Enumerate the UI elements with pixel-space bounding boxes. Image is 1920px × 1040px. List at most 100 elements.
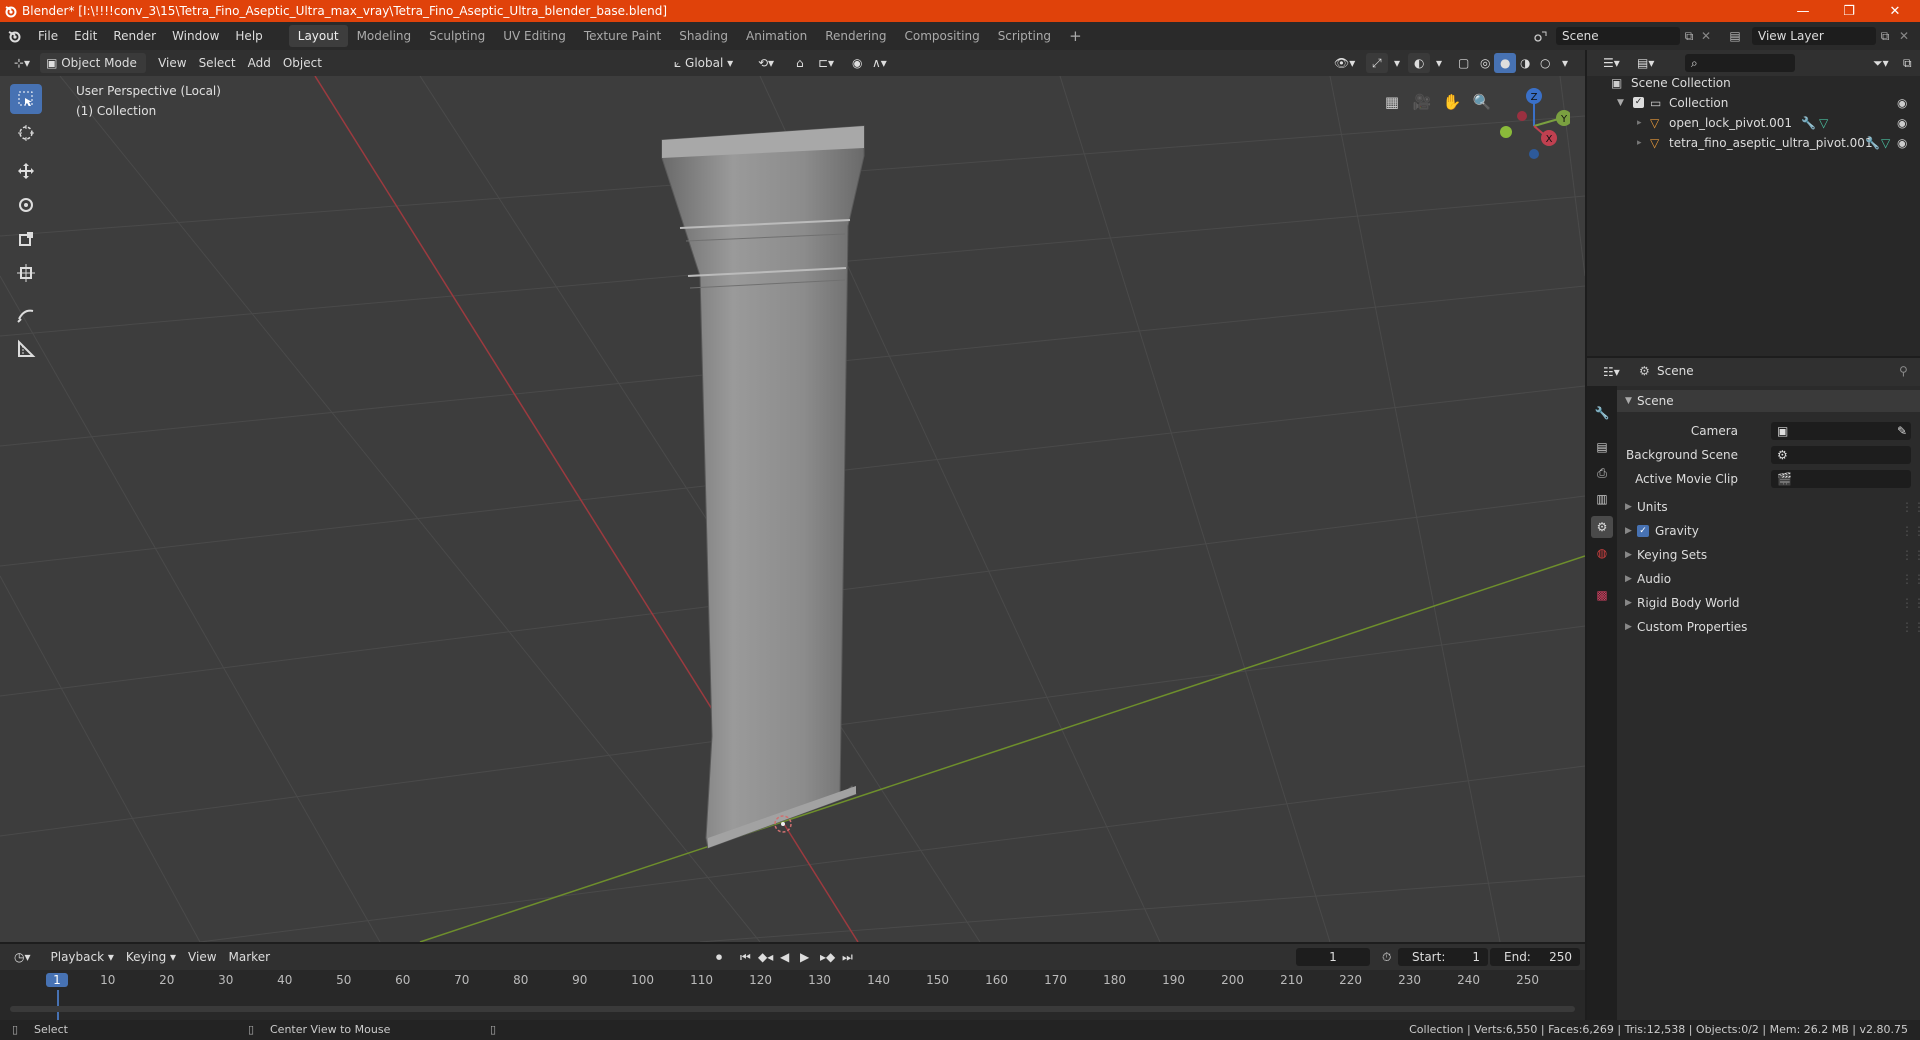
pan-hand-icon[interactable]: ✋	[1440, 90, 1464, 114]
drag-handle-icon[interactable]: ⋮⋮	[1901, 496, 1920, 518]
expand-arrow-icon[interactable]: ▸	[1637, 113, 1642, 133]
camera-field[interactable]: ▣	[1771, 422, 1911, 440]
expand-arrow-icon[interactable]: ▼	[1617, 93, 1624, 113]
menu-edit[interactable]: Edit	[66, 22, 105, 50]
gizmo-dropdown-icon[interactable]: ▾	[1388, 53, 1406, 73]
neg-y-axis-icon[interactable]	[1500, 126, 1512, 138]
drag-handle-icon[interactable]: ⋮⋮	[1901, 568, 1920, 590]
display-mode-icon[interactable]: ▤▾	[1631, 53, 1660, 73]
output-tab-icon[interactable]: ⎙	[1591, 462, 1613, 484]
new-view-layer-icon[interactable]: ⧉	[1876, 27, 1894, 45]
modifier-wrench-icon[interactable]: 🔧	[1801, 113, 1816, 133]
navigation-gizmo[interactable]: Z Y X	[1490, 76, 1570, 166]
units-panel-header[interactable]: ▶ Units ⋮⋮	[1617, 496, 1920, 518]
tab-uv-editing[interactable]: UV Editing	[494, 25, 575, 47]
marker-menu[interactable]: Marker	[223, 947, 276, 967]
expand-arrow-icon[interactable]: ▸	[1637, 133, 1642, 153]
timeline-scrollbar[interactable]	[10, 1006, 1575, 1012]
playhead[interactable]	[57, 990, 59, 1020]
gravity-checkbox[interactable]: ✓	[1637, 525, 1649, 537]
blender-menu-icon[interactable]	[0, 22, 30, 50]
custom-properties-panel-header[interactable]: ▶ Custom Properties ⋮⋮	[1617, 616, 1920, 638]
camera-view-icon[interactable]: 🎥	[1410, 90, 1434, 114]
new-collection-icon[interactable]: ⧉	[1897, 53, 1918, 73]
pin-icon[interactable]: ⚲	[1899, 364, 1908, 378]
play-reverse-icon[interactable]: ◀	[774, 947, 795, 967]
end-frame-field[interactable]: End: 250	[1490, 948, 1580, 966]
outliner-row-object[interactable]: ▸ ▽ tetra_fino_aseptic_ultra_pivot.001 🔧…	[1587, 133, 1920, 153]
tab-modeling[interactable]: Modeling	[348, 25, 421, 47]
menu-object[interactable]: Object	[277, 53, 328, 73]
xray-icon[interactable]: ▢	[1452, 53, 1475, 73]
tool-tab-icon[interactable]: 🔧	[1591, 402, 1613, 424]
select-box-tool[interactable]	[10, 84, 42, 114]
cursor-tool[interactable]	[10, 118, 42, 148]
outliner-row-collection[interactable]: ▼ ✓ ▭ Collection ◉	[1587, 93, 1920, 113]
view-layer-tab-icon[interactable]: ▥	[1591, 488, 1613, 510]
collapse-arrow-icon[interactable]: ▶	[1625, 544, 1632, 566]
menu-add[interactable]: Add	[242, 53, 277, 73]
annotate-tool[interactable]	[10, 300, 42, 330]
timeline-editor-type-icon[interactable]: ◷▾	[8, 947, 37, 967]
mesh-data-icon[interactable]: ▽	[1819, 113, 1828, 133]
collapse-arrow-icon[interactable]: ▶	[1625, 616, 1632, 638]
gizmo-toggle-icon[interactable]: ⤢	[1366, 53, 1388, 73]
outliner-row-scene-collection[interactable]: ▣ Scene Collection	[1587, 73, 1920, 93]
3d-viewport[interactable]: User Perspective (Local) (1) Collection …	[0, 76, 1585, 942]
orientation-dropdown[interactable]: ⟀ Global ▾	[668, 53, 739, 73]
visibility-eye-icon[interactable]: ◉	[1897, 93, 1907, 113]
active-movie-clip-field[interactable]: 🎬	[1771, 470, 1911, 488]
collection-checkbox[interactable]: ✓	[1633, 97, 1644, 108]
play-icon[interactable]: ▶	[794, 947, 815, 967]
collapse-arrow-icon[interactable]: ▶	[1625, 592, 1632, 614]
tab-texture-paint[interactable]: Texture Paint	[575, 25, 670, 47]
texture-tab-icon[interactable]: ▩	[1591, 584, 1613, 606]
preview-range-icon[interactable]: ⏱	[1376, 947, 1397, 967]
render-tab-icon[interactable]: ▤	[1591, 436, 1613, 458]
audio-panel-header[interactable]: ▶ Audio ⋮⋮	[1617, 568, 1920, 590]
collapse-arrow-icon[interactable]: ▶	[1625, 520, 1632, 542]
visibility-eye-icon[interactable]: ◉	[1897, 133, 1907, 153]
remove-scene-icon[interactable]: ✕	[1698, 27, 1714, 45]
menu-window[interactable]: Window	[164, 22, 227, 50]
visibility-icon[interactable]: 👁▾	[1328, 53, 1361, 73]
tab-animation[interactable]: Animation	[737, 25, 816, 47]
transform-tool[interactable]	[10, 258, 42, 288]
drag-handle-icon[interactable]: ⋮⋮	[1901, 616, 1920, 638]
rotate-tool[interactable]	[10, 190, 42, 220]
outliner-row-object[interactable]: ▸ ▽ open_lock_pivot.001 🔧 ▽ ◉	[1587, 113, 1920, 133]
view-layer-icon[interactable]: ▤	[1722, 27, 1748, 45]
rigid-body-world-panel-header[interactable]: ▶ Rigid Body World ⋮⋮	[1617, 592, 1920, 614]
remove-view-layer-icon[interactable]: ✕	[1896, 27, 1912, 45]
drag-handle-icon[interactable]: ⋮⋮	[1901, 544, 1920, 566]
tab-rendering[interactable]: Rendering	[816, 25, 895, 47]
neg-z-axis-icon[interactable]	[1529, 149, 1539, 159]
eyedropper-icon[interactable]: ✎	[1897, 420, 1907, 442]
expand-arrow-icon[interactable]: ▼	[1625, 390, 1632, 412]
measure-tool[interactable]	[10, 334, 42, 364]
menu-select[interactable]: Select	[193, 53, 242, 73]
tab-scripting[interactable]: Scripting	[989, 25, 1060, 47]
scene-tab-icon[interactable]: ⚙	[1591, 516, 1613, 538]
background-scene-field[interactable]: ⚙	[1771, 446, 1911, 464]
current-frame-field[interactable]: 1	[1296, 948, 1370, 966]
view-layer-field[interactable]: View Layer	[1752, 27, 1876, 45]
modifier-wrench-icon[interactable]: 🔧	[1865, 133, 1880, 153]
add-workspace-icon[interactable]: +	[1060, 25, 1091, 47]
minimize-icon[interactable]: —	[1780, 0, 1826, 22]
object-mode-dropdown[interactable]: ▣ Object Mode ▾	[40, 53, 147, 90]
restore-icon[interactable]: ❐	[1826, 0, 1872, 22]
filter-icon[interactable]: ⏷▾	[1867, 53, 1895, 73]
tab-layout[interactable]: Layout	[288, 25, 348, 47]
overlay-dropdown-icon[interactable]: ▾	[1430, 53, 1448, 73]
overlay-toggle-icon[interactable]: ◐	[1408, 53, 1431, 73]
scale-tool[interactable]	[10, 224, 42, 254]
timeline-view-menu[interactable]: View	[182, 947, 222, 967]
playback-menu[interactable]: Playback ▾	[45, 947, 120, 967]
shading-dropdown-icon[interactable]: ▾	[1556, 53, 1574, 73]
collapse-arrow-icon[interactable]: ▶	[1625, 568, 1632, 590]
close-icon[interactable]: ✕	[1872, 0, 1918, 22]
keying-sets-panel-header[interactable]: ▶ Keying Sets ⋮⋮	[1617, 544, 1920, 566]
scene-field[interactable]: Scene	[1556, 27, 1680, 45]
start-frame-field[interactable]: Start: 1	[1398, 948, 1488, 966]
